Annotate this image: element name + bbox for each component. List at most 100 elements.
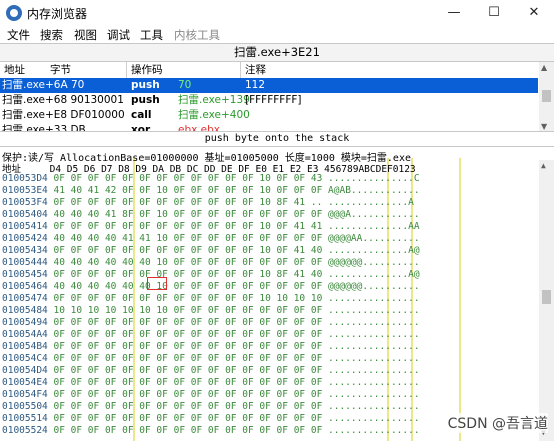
hex-row-address: 010054D4 — [2, 365, 48, 376]
hex-row-bytes[interactable]: 10 10 10 10 10 10 10 0F 0F 0F 0F 0F 0F 0… — [48, 305, 322, 316]
hex-row-ascii[interactable]: ................ — [322, 341, 420, 352]
hex-row-ascii[interactable]: ................ — [322, 413, 420, 424]
hex-row[interactable]: 010054B4 0F 0F 0F 0F 0F 0F 0F 0F 0F 0F 0… — [2, 342, 420, 352]
selected-byte-highlight[interactable] — [147, 277, 167, 290]
hex-row-ascii[interactable]: ................ — [322, 329, 420, 340]
hex-row-ascii[interactable]: @@@@AA.......... — [322, 233, 420, 244]
disasm-row[interactable]: 扫雷.exe+6A 70 push 70 112 — [0, 78, 538, 93]
hex-row[interactable]: 01005414 0F 0F 0F 0F 0F 0F 0F 0F 0F 0F 0… — [2, 222, 420, 232]
hex-row-bytes[interactable]: 0F 0F 0F 0F 0F 0F 0F 0F 0F 0F 0F 0F 10 8… — [48, 269, 322, 280]
menu-debug[interactable]: 调试 — [107, 27, 130, 43]
menu-tools[interactable]: 工具 — [140, 27, 163, 43]
title-bar: 内存浏览器 — ☐ ✕ — [0, 0, 554, 26]
hex-row-ascii[interactable]: ................ — [322, 317, 420, 328]
menu-search[interactable]: 搜索 — [40, 27, 63, 43]
hex-row-ascii[interactable]: ..............A@ — [322, 269, 420, 280]
hex-row[interactable]: 01005464 40 40 40 40 40 40 10 0F 0F 0F 0… — [2, 282, 420, 292]
disasm-scrollbar[interactable]: ▲ ▼ — [539, 62, 554, 132]
hex-view-panel[interactable]: 保护:读/写 AllocationBase=01000000 基址=010050… — [0, 148, 554, 441]
hex-row-bytes[interactable]: 0F 0F 0F 0F 0F 0F 0F 0F 0F 0F 0F 0F 0F 0… — [48, 401, 322, 412]
minimize-button[interactable]: — — [434, 0, 474, 26]
scrollbar-thumb[interactable] — [542, 90, 551, 102]
column-divider[interactable] — [240, 62, 241, 78]
hex-row[interactable]: 01005494 0F 0F 0F 0F 0F 0F 0F 0F 0F 0F 0… — [2, 318, 420, 328]
hex-row[interactable]: 01005504 0F 0F 0F 0F 0F 0F 0F 0F 0F 0F 0… — [2, 402, 420, 412]
scrollbar-thumb[interactable] — [542, 290, 551, 304]
disasm-row[interactable]: 扫雷.exe+68 90130001 push 扫雷.exe+139 [FFFF… — [0, 93, 538, 108]
hex-row-bytes[interactable]: 0F 0F 0F 0F 0F 0F 0F 0F 0F 0F 0F 0F 0F 0… — [48, 317, 322, 328]
hex-row-ascii[interactable]: ................ — [322, 401, 420, 412]
disasm-row[interactable]: 扫雷.exe+E8 DF010000 call 扫雷.exe+400 — [0, 108, 538, 123]
hex-row[interactable]: 010054C4 0F 0F 0F 0F 0F 0F 0F 0F 0F 0F 0… — [2, 354, 420, 364]
hex-row[interactable]: 010054D4 0F 0F 0F 0F 0F 0F 0F 0F 0F 0F 0… — [2, 366, 420, 376]
hex-row[interactable]: 01005474 0F 0F 0F 0F 0F 0F 0F 0F 0F 0F 0… — [2, 294, 420, 304]
scroll-down-icon[interactable]: ▼ — [541, 122, 547, 131]
hex-row-address: 01005404 — [2, 209, 48, 220]
scroll-up-icon[interactable]: ▲ — [541, 63, 547, 72]
hex-row-ascii[interactable]: ..............A — [322, 197, 419, 208]
hex-row[interactable]: 01005454 0F 0F 0F 0F 0F 0F 0F 0F 0F 0F 0… — [2, 270, 420, 280]
hex-row[interactable]: 01005514 0F 0F 0F 0F 0F 0F 0F 0F 0F 0F 0… — [2, 414, 420, 424]
hex-row[interactable]: 01005424 40 40 40 40 41 41 10 0F 0F 0F 0… — [2, 234, 420, 244]
hex-row-bytes[interactable]: 0F 0F 0F 0F 0F 0F 0F 0F 0F 0F 0F 0F 0F 0… — [48, 425, 322, 436]
hex-row-ascii[interactable]: ................ — [322, 389, 420, 400]
hex-row-ascii[interactable]: A@AB............ — [322, 185, 420, 196]
menu-view[interactable]: 视图 — [74, 27, 97, 43]
menu-kernel-tools[interactable]: 内核工具 — [174, 27, 220, 43]
hex-row-bytes[interactable]: 40 40 40 40 41 41 10 0F 0F 0F 0F 0F 0F 0… — [48, 233, 322, 244]
hex-row-ascii[interactable]: ................ — [322, 305, 420, 316]
column-header-comment[interactable]: 注释 — [245, 62, 266, 78]
hex-row-ascii[interactable]: ................ — [322, 377, 420, 388]
hex-row-ascii[interactable]: ..............A@ — [322, 245, 420, 256]
hex-row-bytes[interactable]: 0F 0F 0F 0F 0F 0F 0F 0F 0F 0F 0F 0F 10 0… — [48, 173, 322, 184]
hex-row-bytes[interactable]: 40 40 40 40 40 40 10 0F 0F 0F 0F 0F 0F 0… — [48, 281, 322, 292]
maximize-button[interactable]: ☐ — [474, 0, 514, 26]
hex-row[interactable]: 010054E4 0F 0F 0F 0F 0F 0F 0F 0F 0F 0F 0… — [2, 378, 420, 388]
hex-row-ascii[interactable]: @@@@@@.......... — [322, 257, 420, 268]
row-opcode: call — [131, 109, 152, 121]
hex-row[interactable]: 010053E4 41 40 41 42 0F 0F 10 0F 0F 0F 0… — [2, 186, 420, 196]
hex-row[interactable]: 010053D4 0F 0F 0F 0F 0F 0F 0F 0F 0F 0F 0… — [2, 174, 420, 184]
column-divider[interactable] — [126, 62, 127, 78]
hex-scrollbar[interactable]: ▲ ▼ — [539, 160, 554, 441]
hex-row-ascii[interactable]: ................ — [322, 365, 420, 376]
hex-row-ascii[interactable]: @@@@@@.......... — [322, 281, 420, 292]
hex-row[interactable]: 01005524 0F 0F 0F 0F 0F 0F 0F 0F 0F 0F 0… — [2, 426, 420, 436]
hex-row-bytes[interactable]: 0F 0F 0F 0F 0F 0F 0F 0F 0F 0F 0F 0F 10 8… — [48, 197, 322, 208]
hex-row-bytes[interactable]: 40 40 40 40 40 40 10 0F 0F 0F 0F 0F 0F 0… — [48, 257, 322, 268]
hex-row[interactable]: 01005484 10 10 10 10 10 10 10 0F 0F 0F 0… — [2, 306, 420, 316]
hex-row[interactable]: 01005434 0F 0F 0F 0F 0F 0F 0F 0F 0F 0F 0… — [2, 246, 420, 256]
hex-row-address: 01005494 — [2, 317, 48, 328]
scroll-up-icon[interactable]: ▲ — [541, 161, 546, 170]
hex-row[interactable]: 010053F4 0F 0F 0F 0F 0F 0F 0F 0F 0F 0F 0… — [2, 198, 420, 208]
hex-row-ascii[interactable]: ................ — [322, 293, 420, 304]
column-header-bytes[interactable]: 字节 — [50, 62, 71, 78]
hex-row-bytes[interactable]: 0F 0F 0F 0F 0F 0F 0F 0F 0F 0F 0F 0F 0F 0… — [48, 377, 322, 388]
hex-row[interactable]: 010054A4 0F 0F 0F 0F 0F 0F 0F 0F 0F 0F 0… — [2, 330, 420, 340]
menu-file[interactable]: 文件 — [7, 27, 30, 43]
hex-row-ascii[interactable]: @@@A............ — [322, 209, 420, 220]
hex-row-bytes[interactable]: 0F 0F 0F 0F 0F 0F 0F 0F 0F 0F 0F 0F 10 1… — [48, 293, 322, 304]
hex-row-bytes[interactable]: 0F 0F 0F 0F 0F 0F 0F 0F 0F 0F 0F 0F 0F 0… — [48, 389, 322, 400]
hex-row-ascii[interactable]: ..............AA — [322, 221, 420, 232]
hex-row-bytes[interactable]: 0F 0F 0F 0F 0F 0F 0F 0F 0F 0F 0F 0F 0F 0… — [48, 329, 322, 340]
hex-row-bytes[interactable]: 0F 0F 0F 0F 0F 0F 0F 0F 0F 0F 0F 0F 0F 0… — [48, 365, 322, 376]
hex-row-bytes[interactable]: 0F 0F 0F 0F 0F 0F 0F 0F 0F 0F 0F 0F 0F 0… — [48, 341, 322, 352]
column-header-address[interactable]: 地址 — [4, 62, 25, 78]
close-button[interactable]: ✕ — [514, 0, 554, 26]
hex-row-ascii[interactable]: ................ — [322, 353, 420, 364]
hex-row-ascii[interactable]: ...............C — [322, 173, 420, 184]
hex-row-ascii[interactable]: ................ — [322, 425, 420, 436]
hex-row-bytes[interactable]: 0F 0F 0F 0F 0F 0F 0F 0F 0F 0F 0F 0F 0F 0… — [48, 413, 322, 424]
hex-row-bytes[interactable]: 0F 0F 0F 0F 0F 0F 0F 0F 0F 0F 0F 0F 10 0… — [48, 245, 322, 256]
hex-row-bytes[interactable]: 40 40 40 41 8F 0F 10 0F 0F 0F 0F 0F 0F 0… — [48, 209, 322, 220]
disasm-row[interactable]: 扫雷.exe+33 DB xor ebx,ebx — [0, 123, 538, 131]
hex-row-bytes[interactable]: 41 40 41 42 0F 0F 10 0F 0F 0F 0F 0F 10 0… — [48, 185, 322, 196]
hex-row-bytes[interactable]: 0F 0F 0F 0F 0F 0F 0F 0F 0F 0F 0F 0F 0F 0… — [48, 353, 322, 364]
hex-row[interactable]: 010054F4 0F 0F 0F 0F 0F 0F 0F 0F 0F 0F 0… — [2, 390, 420, 400]
column-header-opcode[interactable]: 操作码 — [131, 62, 163, 78]
hex-row-bytes[interactable]: 0F 0F 0F 0F 0F 0F 0F 0F 0F 0F 0F 0F 10 0… — [48, 221, 322, 232]
hex-row[interactable]: 01005404 40 40 40 41 8F 0F 10 0F 0F 0F 0… — [2, 210, 420, 220]
row-operand: 70 — [178, 79, 192, 91]
hex-row[interactable]: 01005444 40 40 40 40 40 40 10 0F 0F 0F 0… — [2, 258, 420, 268]
